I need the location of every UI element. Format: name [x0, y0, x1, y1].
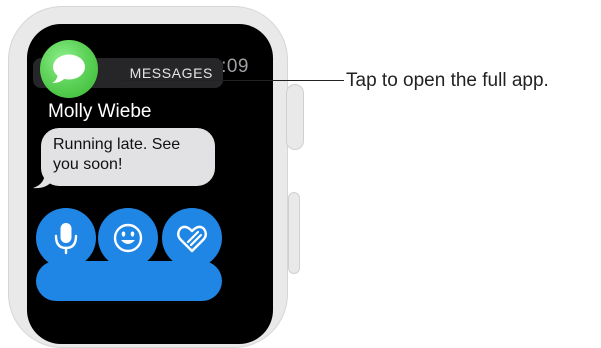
callout-text: Tap to open the full app. — [346, 70, 549, 91]
messages-bubble-icon — [52, 54, 85, 83]
dictate-button[interactable] — [36, 208, 96, 268]
digital-touch-button[interactable] — [162, 208, 222, 268]
side-button[interactable] — [288, 192, 300, 274]
emoji-icon — [113, 223, 143, 253]
reply-button-partial[interactable] — [36, 261, 222, 301]
messages-app-icon[interactable] — [40, 40, 98, 98]
microphone-icon — [54, 223, 78, 255]
message-bubble: Running late. See you soon! — [41, 128, 215, 186]
sender-name: Molly Wiebe — [48, 101, 152, 122]
app-name-label: MESSAGES — [129, 65, 213, 81]
heart-sketch-icon — [177, 225, 207, 253]
emoji-button[interactable] — [98, 208, 158, 268]
callout-line — [122, 80, 344, 81]
digital-crown[interactable] — [286, 84, 304, 150]
